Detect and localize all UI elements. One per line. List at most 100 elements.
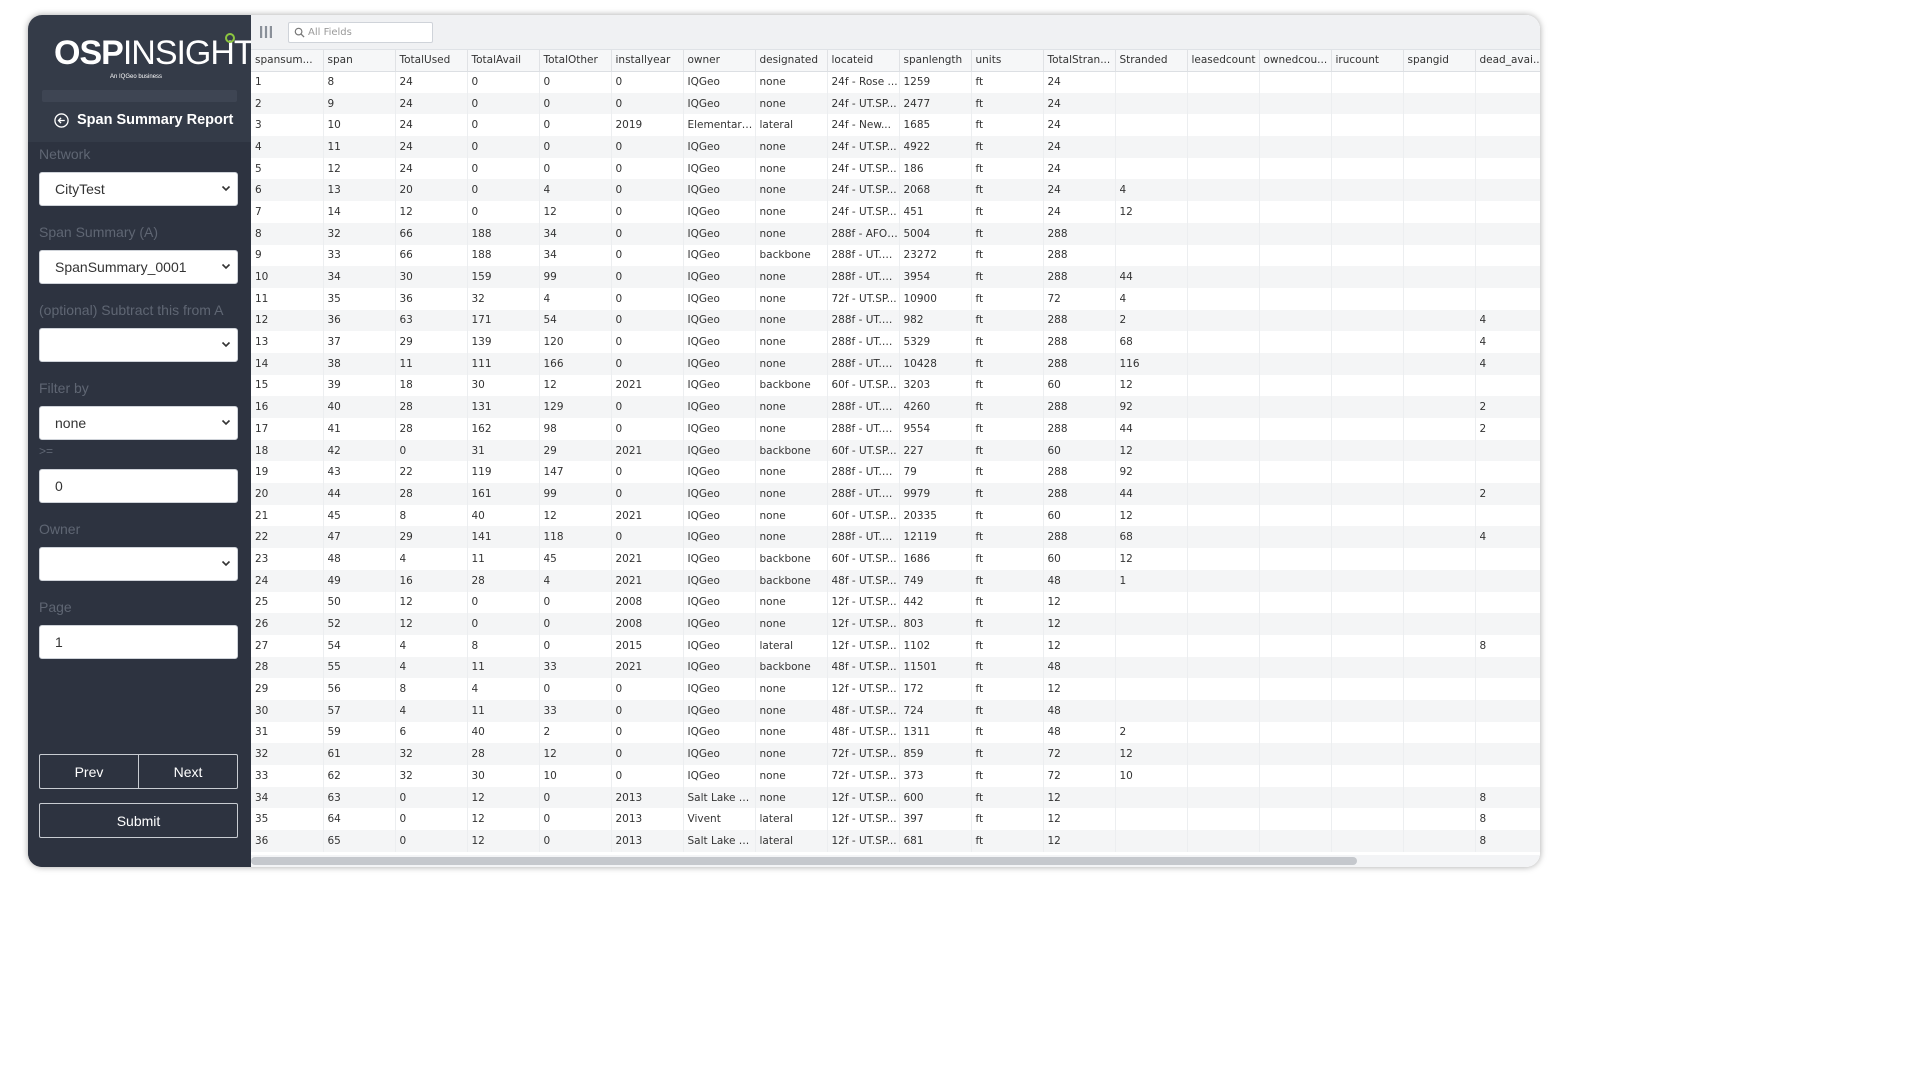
table-row[interactable]: 14 38 11 111 166 0 IQGeo none 288f - UT.S... 1042…	[251, 352, 1540, 375]
search-box[interactable]	[288, 22, 433, 43]
owner-select[interactable]	[39, 547, 238, 581]
table-row[interactable]: 10 34 30 159 99 0 IQGeo none 288f - UT.S... 3954 f…	[251, 266, 1540, 288]
table-cell: 859	[899, 743, 972, 765]
table-row[interactable]: 36 65 0 12 0 2013 Salt Lake C... lateral 12f - U…	[251, 830, 1540, 852]
table-row[interactable]: 1 8 24 0 0 0 IQGeo none 24f - Rose ... 1259 ft 24	[251, 71, 1540, 93]
columns-icon[interactable]	[259, 26, 273, 38]
column-header[interactable]: ownedcou...	[1259, 50, 1332, 72]
table-cell: 4	[395, 699, 468, 722]
table-cell: 12f - UT.SP...	[827, 830, 900, 852]
column-header[interactable]: dead_avai...	[1475, 50, 1540, 72]
horizontal-scrollbar[interactable]	[251, 855, 1540, 867]
back-arrow-circle-icon[interactable]	[54, 112, 69, 128]
table-cell: ft	[971, 634, 1044, 657]
search-input[interactable]	[308, 25, 428, 40]
column-header[interactable]: spangid	[1403, 50, 1476, 72]
span-summary-select-value: SpanSummary_0001	[55, 259, 187, 275]
next-button[interactable]: Next	[139, 755, 237, 788]
filter-by-select[interactable]: none	[39, 406, 238, 440]
column-header[interactable]: TotalStran...	[1043, 50, 1116, 72]
table-row[interactable]: 21 45 8 40 12 2021 IQGeo none 60f - UT.SP... 2033…	[251, 504, 1540, 527]
table-cell: 8	[395, 678, 468, 700]
table-cell	[1187, 830, 1260, 852]
table-cell: 12	[1115, 374, 1188, 397]
table-cell: 0	[611, 266, 684, 288]
table-cell: 12	[1115, 439, 1188, 462]
table-cell	[1475, 504, 1540, 527]
table-cell	[1187, 569, 1260, 592]
page-input[interactable]: 1	[39, 625, 238, 659]
table-row[interactable]: 15 39 18 30 12 2021 IQGeo backbone 60f - UT.SP..…	[251, 374, 1540, 397]
table-cell: 0	[611, 92, 684, 115]
table-cell: 7	[251, 201, 324, 223]
subtract-select[interactable]	[39, 328, 238, 362]
table-cell: 4	[1475, 526, 1540, 549]
column-header[interactable]: TotalOther	[539, 50, 612, 72]
table-row[interactable]: 20 44 28 161 99 0 IQGeo none 288f - UT.S... 9979 f…	[251, 483, 1540, 505]
column-header[interactable]: installyear	[611, 50, 684, 72]
table-row[interactable]: 28 55 4 11 33 2021 IQGeo backbone 48f - UT.SP...…	[251, 656, 1540, 679]
table-row[interactable]: 24 49 16 28 4 2021 IQGeo backbone 48f - UT.SP...…	[251, 569, 1540, 592]
table-row[interactable]: 5 12 24 0 0 0 IQGeo none 24f - UT.SP... 186 ft 24	[251, 157, 1540, 180]
column-header[interactable]: leasedcount	[1187, 50, 1260, 72]
table-row[interactable]: 8 32 66 188 34 0 IQGeo none 288f - AFO ... 5004 ft…	[251, 222, 1540, 245]
table-row[interactable]: 7 14 12 0 12 0 IQGeo none 24f - UT.SP... 451 ft 24 1…	[251, 201, 1540, 223]
table-cell: 4	[395, 634, 468, 657]
table-cell	[1403, 765, 1476, 787]
column-header[interactable]: owner	[683, 50, 756, 72]
column-header[interactable]: locateid	[827, 50, 900, 72]
table-row[interactable]: 4 11 24 0 0 0 IQGeo none 24f - UT.SP... 4922 ft 24	[251, 136, 1540, 158]
table-row[interactable]: 17 41 28 162 98 0 IQGeo none 288f - UT.S... 9554 f…	[251, 418, 1540, 440]
report-title[interactable]: Span Summary Report	[54, 111, 233, 129]
table-cell: 0	[539, 634, 612, 657]
column-header[interactable]: spanlength	[899, 50, 972, 72]
table-row[interactable]: 11 35 36 32 4 0 IQGeo none 72f - UT.SP... 10900 ft…	[251, 287, 1540, 310]
table-row[interactable]: 22 47 29 141 118 0 IQGeo none 288f - UT.S... 1211…	[251, 526, 1540, 549]
submit-button[interactable]: Submit	[39, 803, 238, 838]
table-cell: 12	[467, 830, 540, 852]
scrollbar-thumb[interactable]	[251, 857, 1357, 865]
gte-input[interactable]: 0	[39, 469, 238, 503]
column-header[interactable]: units	[971, 50, 1044, 72]
table-row[interactable]: 18 42 0 31 29 2021 IQGeo backbone 60f - UT.SP...…	[251, 439, 1540, 462]
column-header[interactable]: designated	[755, 50, 828, 72]
table-row[interactable]: 13 37 29 139 120 0 IQGeo none 288f - UT.S... 5329…	[251, 331, 1540, 353]
table-row[interactable]: 32 61 32 28 12 0 IQGeo none 72f - UT.SP... 859 ft 7…	[251, 743, 1540, 765]
table-row[interactable]: 19 43 22 119 147 0 IQGeo none 288f - UT.S... 79 ft…	[251, 461, 1540, 484]
table-row[interactable]: 16 40 28 131 129 0 IQGeo none 288f - UT.S... 4260…	[251, 396, 1540, 418]
table-cell: 48	[1043, 569, 1116, 592]
table-cell: 40	[467, 504, 540, 527]
table-cell: 57	[323, 699, 396, 722]
column-header[interactable]: TotalUsed	[395, 50, 468, 72]
table-row[interactable]: 25 50 12 0 0 2008 IQGeo none 12f - UT.SP... 442 ft…	[251, 591, 1540, 614]
column-header[interactable]: irucount	[1331, 50, 1404, 72]
table-row[interactable]: 23 48 4 11 45 2021 IQGeo backbone 60f - UT.SP...…	[251, 548, 1540, 570]
table-cell: 12	[1043, 808, 1116, 831]
table-cell: 35	[251, 808, 324, 831]
table-row[interactable]: 30 57 4 11 33 0 IQGeo none 48f - UT.SP... 724 ft 48	[251, 699, 1540, 722]
table-row[interactable]: 34 63 0 12 0 2013 Salt Lake C... none 12f - UT.S…	[251, 786, 1540, 809]
table-row[interactable]: 33 62 32 30 10 0 IQGeo none 72f - UT.SP... 373 ft 7…	[251, 765, 1540, 787]
table-row[interactable]: 9 33 66 188 34 0 IQGeo backbone 288f - UT.S... 23…	[251, 244, 1540, 267]
table-row[interactable]: 3 10 24 0 0 2019 Elementary... lateral 24f - New…	[251, 114, 1540, 137]
span-summary-select[interactable]: SpanSummary_0001	[39, 250, 238, 284]
column-header[interactable]: span	[323, 50, 396, 72]
table-row[interactable]: 26 52 12 0 0 2008 IQGeo none 12f - UT.SP... 803 ft…	[251, 613, 1540, 635]
table-cell	[1259, 201, 1332, 223]
column-header[interactable]: TotalAvail	[467, 50, 540, 72]
column-header[interactable]: spansum...	[251, 50, 324, 72]
app-window: OSPINSIGHT An IQGeo business Span Summar…	[28, 15, 1540, 867]
table-row[interactable]: 31 59 6 40 2 0 IQGeo none 48f - UT.SP... 1311 ft 48…	[251, 721, 1540, 744]
table-row[interactable]: 27 54 4 8 0 2015 IQGeo lateral 12f - UT.SP... 110…	[251, 634, 1540, 657]
table-row[interactable]: 2 9 24 0 0 0 IQGeo none 24f - UT.SP... 2477 ft 24	[251, 92, 1540, 115]
table-row[interactable]: 6 13 20 0 4 0 IQGeo none 24f - UT.SP... 2068 ft 24 4	[251, 179, 1540, 202]
table-row[interactable]: 35 64 0 12 0 2013 Vivent lateral 12f - UT.SP... 3…	[251, 808, 1540, 831]
table-cell: none	[755, 352, 828, 375]
table-cell: IQGeo	[683, 461, 756, 484]
network-select[interactable]: CityTest	[39, 172, 238, 206]
table-row[interactable]: 12 36 63 171 54 0 IQGeo none 288f - UT.S... 982 ft…	[251, 309, 1540, 332]
table-cell: 288	[1043, 331, 1116, 353]
prev-button[interactable]: Prev	[40, 755, 138, 788]
column-header[interactable]: Stranded	[1115, 50, 1188, 72]
table-row[interactable]: 29 56 8 4 0 0 IQGeo none 12f - UT.SP... 172 ft 12	[251, 678, 1540, 700]
